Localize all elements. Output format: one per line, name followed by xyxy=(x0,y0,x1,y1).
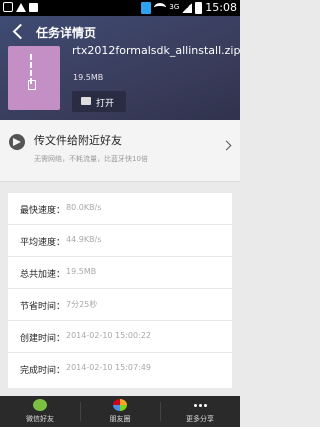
wifi-icon xyxy=(154,3,167,12)
task-header: 任务详情页 rtx2012formalsdk_allinstall.zip 19… xyxy=(0,16,240,120)
file-size: 19.5MB xyxy=(73,73,104,82)
share-more[interactable]: 更多分享 xyxy=(160,396,240,427)
detail-value: 19.5MB xyxy=(66,267,97,276)
detail-row-time-saved: 节省时间： 7分25秒 xyxy=(8,289,232,321)
download-icon xyxy=(141,1,152,14)
wechat-icon xyxy=(33,399,47,411)
detail-value: 2014-02-10 15:07:49 xyxy=(66,363,151,372)
open-button-label: 打开 xyxy=(96,99,115,109)
more-icon xyxy=(193,399,207,411)
network-type: 3G xyxy=(169,3,180,11)
usb-icon xyxy=(3,2,13,12)
task-details: 最快速度： 80.0KB/s 平均速度： 44.9KB/s 总共加速： 19.5… xyxy=(8,193,232,388)
share-nearby-card[interactable]: 传文件给附近好友 无需网络，不耗流量，比蓝牙快10倍 xyxy=(0,120,240,182)
send-icon xyxy=(9,134,25,150)
notification-icon xyxy=(29,2,38,12)
detail-label: 总共加速： xyxy=(20,270,66,280)
detail-row-total-accel: 总共加速： 19.5MB xyxy=(8,257,232,289)
page-title: 任务详情页 xyxy=(36,26,97,40)
detail-row-completed: 完成时间： 2014-02-10 15:07:49 xyxy=(8,353,232,385)
tab-label: 微信好友 xyxy=(26,415,54,423)
signal-icon xyxy=(182,2,193,13)
detail-label: 平均速度： xyxy=(20,238,66,248)
share-moments[interactable]: 朋友圈 xyxy=(80,396,160,427)
moments-icon xyxy=(113,399,127,411)
warning-icon xyxy=(16,2,26,12)
share-nearby-title: 传文件给附近好友 xyxy=(34,134,122,147)
folder-icon xyxy=(81,97,91,105)
detail-value: 44.9KB/s xyxy=(66,235,102,244)
detail-value: 80.0KB/s xyxy=(66,203,102,212)
detail-row-max-speed: 最快速度： 80.0KB/s xyxy=(8,193,232,225)
chevron-right-icon xyxy=(221,140,232,151)
detail-row-created: 创建时间： 2014-02-10 15:00:22 xyxy=(8,321,232,353)
status-right-icons: 3G 15:08 xyxy=(141,1,237,14)
detail-value: 7分25秒 xyxy=(66,300,98,309)
tab-label: 更多分享 xyxy=(186,415,214,423)
open-button[interactable]: 打开 xyxy=(72,91,126,112)
back-button[interactable] xyxy=(10,23,28,41)
battery-icon xyxy=(195,1,203,14)
share-wechat-friends[interactable]: 微信好友 xyxy=(0,396,80,427)
detail-label: 创建时间： xyxy=(20,334,66,344)
file-name: rtx2012formalsdk_allinstall.zip xyxy=(72,44,241,57)
status-bar: 3G 15:08 xyxy=(0,0,240,16)
detail-label: 最快速度： xyxy=(20,206,66,216)
detail-label: 完成时间： xyxy=(20,366,66,376)
status-time: 15:08 xyxy=(205,1,237,14)
detail-row-avg-speed: 平均速度： 44.9KB/s xyxy=(8,225,232,257)
zip-file-icon xyxy=(8,46,60,110)
tab-label: 朋友圈 xyxy=(109,415,131,423)
status-left-icons xyxy=(3,2,38,12)
detail-value: 2014-02-10 15:00:22 xyxy=(66,331,151,340)
detail-label: 节省时间： xyxy=(20,302,66,312)
share-bottom-bar: 微信好友 朋友圈 更多分享 xyxy=(0,396,240,427)
share-nearby-subtitle: 无需网络，不耗流量，比蓝牙快10倍 xyxy=(34,155,148,163)
